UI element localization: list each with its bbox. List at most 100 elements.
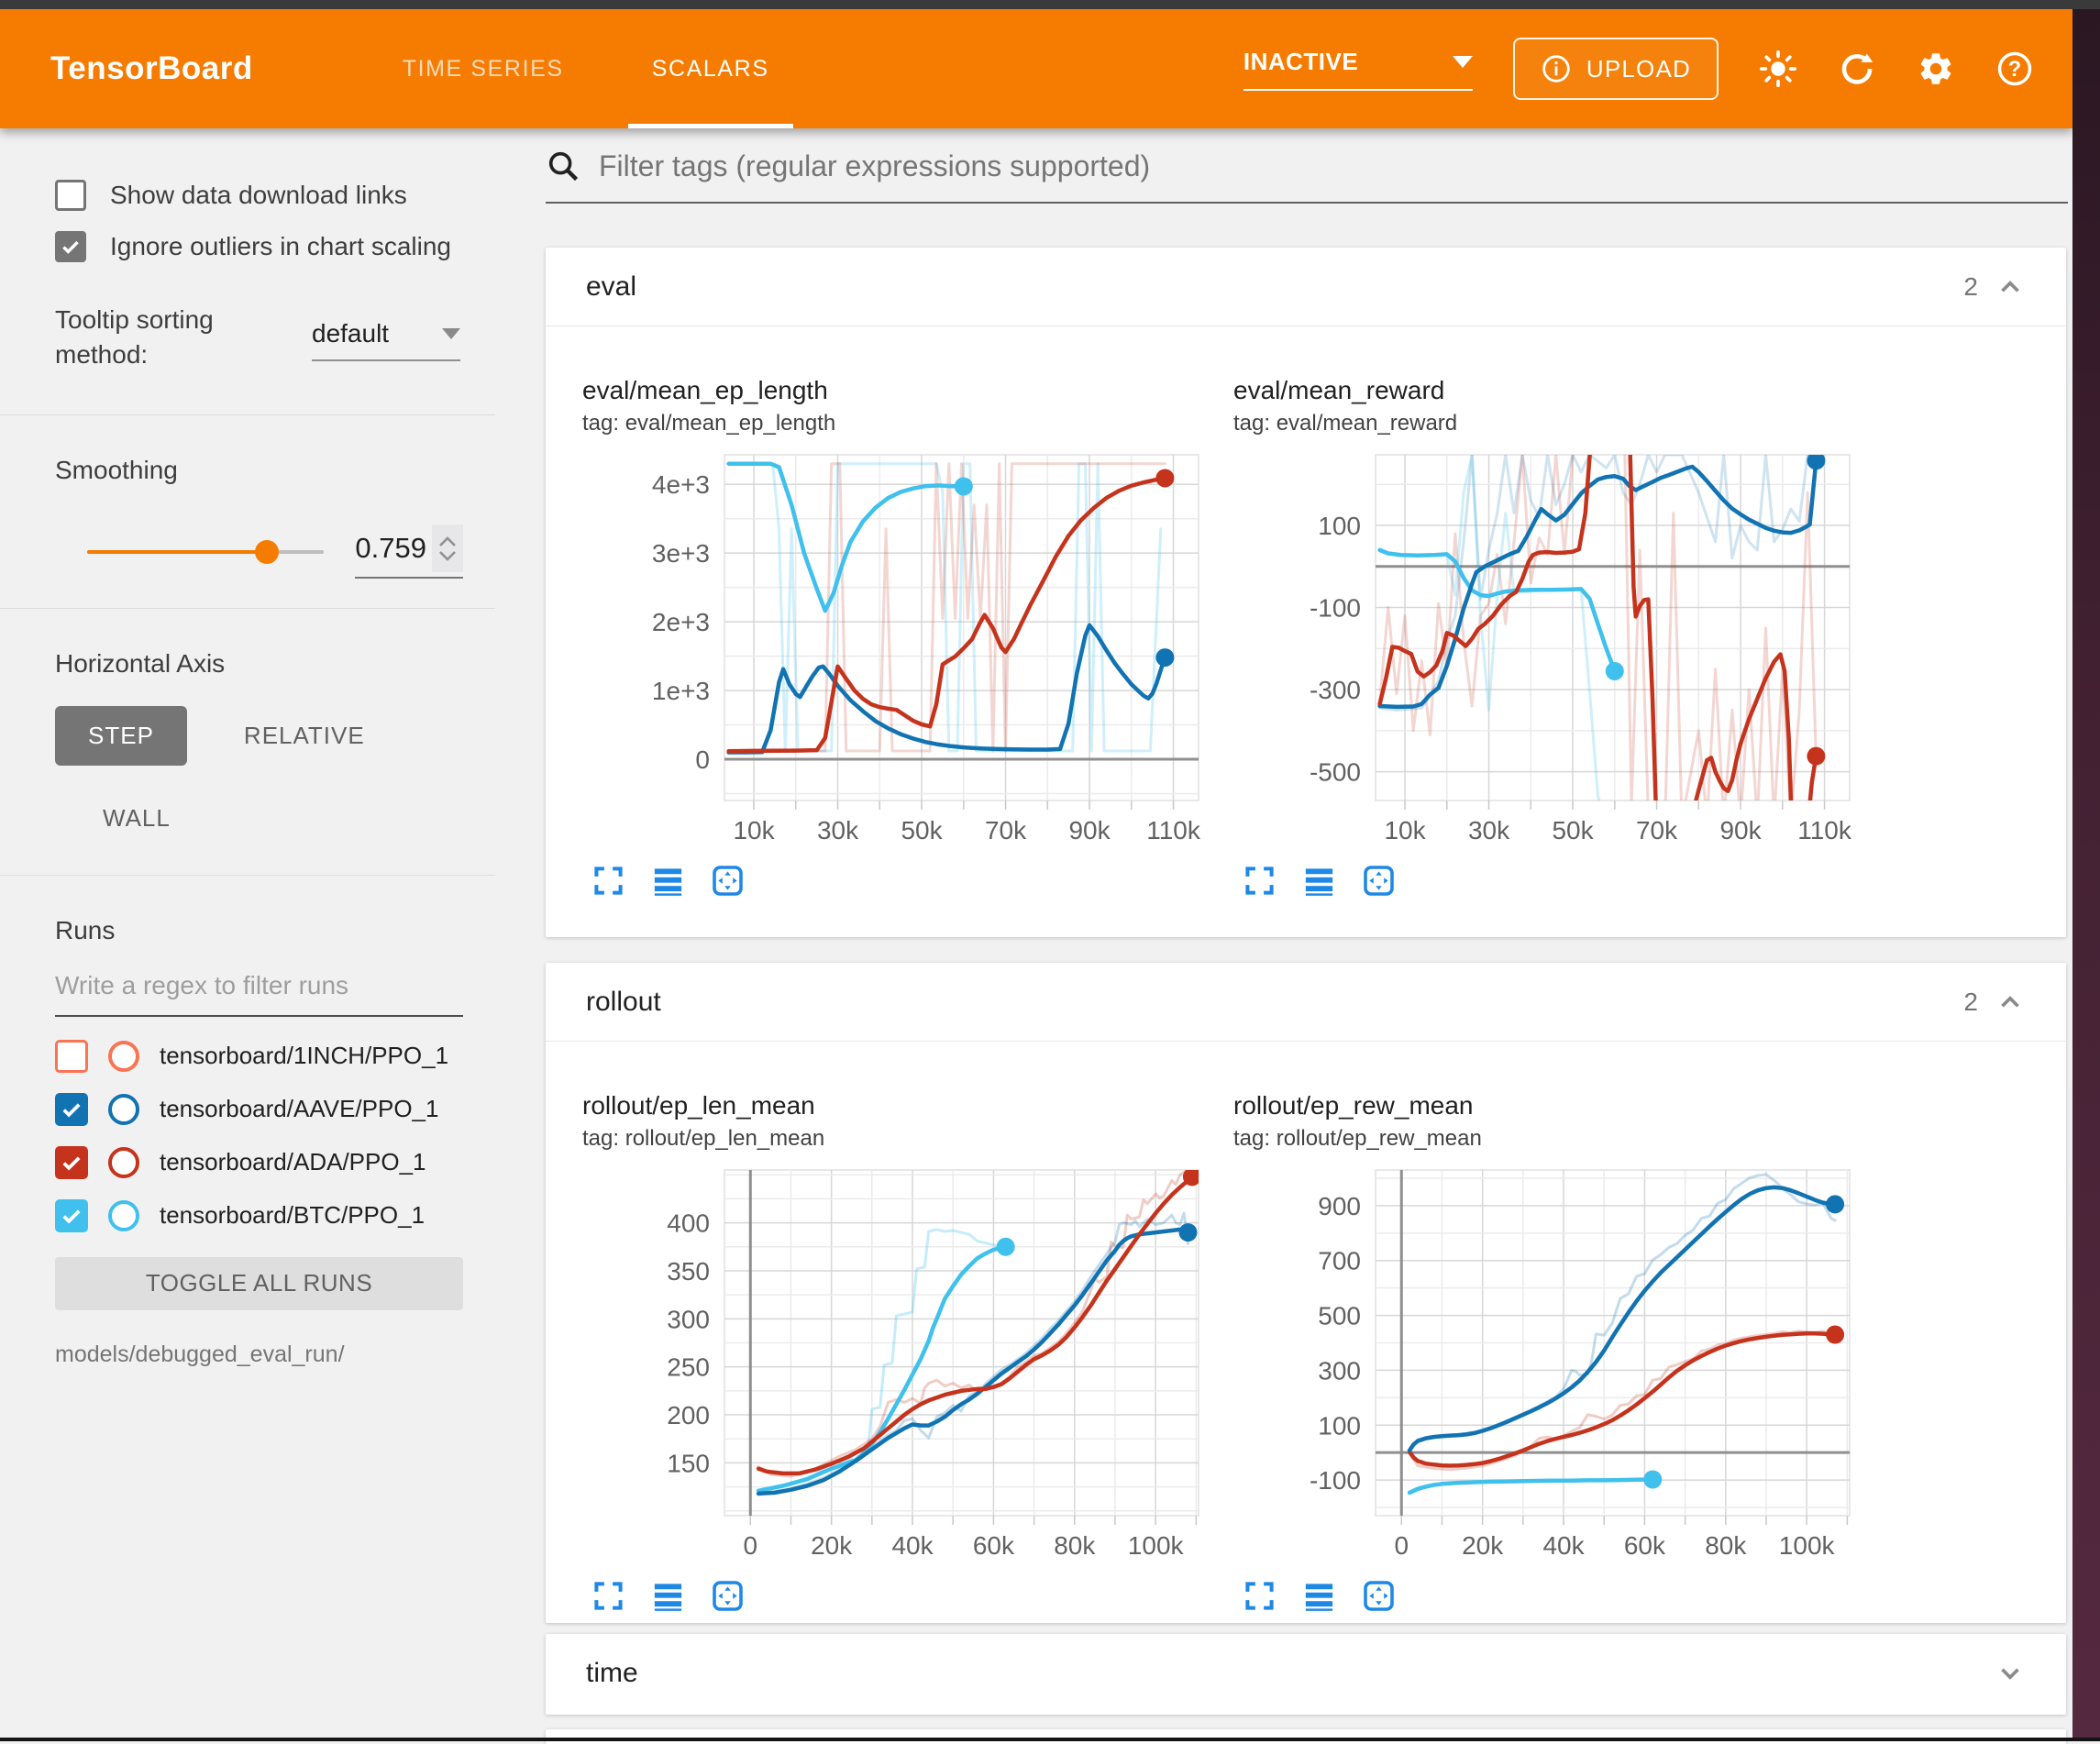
show-download-links-checkbox[interactable] bbox=[55, 180, 86, 211]
svg-text:100: 100 bbox=[1318, 512, 1361, 540]
chart-tag: tag: rollout/ep_len_mean bbox=[582, 1126, 1224, 1152]
svg-text:-100: -100 bbox=[1310, 1466, 1361, 1495]
toggle-all-runs-button[interactable]: TOGGLE ALL RUNS bbox=[55, 1257, 463, 1310]
data-table-icon[interactable] bbox=[1302, 1579, 1336, 1613]
svg-text:?: ? bbox=[2008, 58, 2021, 82]
show-download-links-label: Show data download links bbox=[110, 181, 407, 210]
help-icon[interactable]: ? bbox=[1995, 50, 2034, 88]
svg-text:110k: 110k bbox=[1797, 816, 1852, 844]
axis-option-relative[interactable]: RELATIVE bbox=[244, 722, 365, 750]
line-chart-ep-len-mean[interactable]: 020k40k60k80k100k150200250300350400 bbox=[582, 1163, 1224, 1575]
chevron-down-icon[interactable] bbox=[438, 550, 457, 562]
fullscreen-icon[interactable] bbox=[1243, 864, 1277, 898]
svg-text:400: 400 bbox=[667, 1209, 710, 1238]
run-color-ring[interactable] bbox=[108, 1094, 139, 1125]
divider bbox=[0, 608, 495, 609]
chart-tag: tag: eval/mean_reward bbox=[1233, 411, 1875, 436]
window-right-edge bbox=[2072, 9, 2100, 1741]
upload-button[interactable]: UPLOAD bbox=[1513, 38, 1719, 100]
line-chart-mean-ep-length[interactable]: 10k30k50k70k90k110k01e+32e+33e+34e+3 bbox=[582, 447, 1224, 860]
svg-text:-500: -500 bbox=[1310, 758, 1361, 787]
svg-text:100: 100 bbox=[1318, 1411, 1361, 1440]
chevron-up-icon[interactable] bbox=[1995, 271, 2026, 303]
tab-time-series[interactable]: TIME SERIES bbox=[359, 9, 608, 128]
axis-option-step[interactable]: STEP bbox=[55, 706, 187, 766]
tooltip-sorting-dropdown[interactable]: default bbox=[312, 319, 460, 361]
svg-text:70k: 70k bbox=[985, 816, 1027, 844]
fullscreen-icon[interactable] bbox=[1243, 1579, 1277, 1613]
fit-to-data-icon[interactable] bbox=[1362, 864, 1396, 898]
section-next-partial bbox=[546, 1729, 2066, 1744]
svg-text:-300: -300 bbox=[1310, 676, 1361, 704]
fullscreen-icon[interactable] bbox=[591, 864, 625, 898]
svg-text:500: 500 bbox=[1318, 1302, 1361, 1330]
chevron-up-icon[interactable] bbox=[438, 535, 457, 547]
svg-text:1e+3: 1e+3 bbox=[652, 677, 710, 705]
runs-label: Runs bbox=[55, 916, 463, 945]
section-title: rollout bbox=[586, 987, 661, 1018]
upload-button-label: UPLOAD bbox=[1586, 55, 1691, 83]
fit-to-data-icon[interactable] bbox=[711, 864, 745, 898]
svg-text:30k: 30k bbox=[1468, 816, 1510, 844]
settings-sidebar: Show data download links Ignore outliers… bbox=[0, 128, 495, 1738]
window-top-edge bbox=[0, 0, 2100, 9]
status-dropdown[interactable]: INACTIVE bbox=[1243, 48, 1473, 91]
search-icon bbox=[546, 149, 580, 183]
runs-filter-input[interactable]: Write a regex to filter runs bbox=[55, 971, 463, 1017]
divider bbox=[0, 414, 495, 415]
svg-text:350: 350 bbox=[667, 1257, 710, 1286]
tab-scalars[interactable]: SCALARS bbox=[608, 9, 813, 128]
svg-text:60k: 60k bbox=[1624, 1531, 1666, 1560]
data-table-icon[interactable] bbox=[1302, 864, 1336, 898]
run-checkbox[interactable] bbox=[55, 1199, 88, 1232]
section-time-header[interactable]: time bbox=[546, 1634, 2066, 1713]
data-table-icon[interactable] bbox=[651, 864, 685, 898]
svg-text:10k: 10k bbox=[1384, 816, 1426, 844]
svg-text:30k: 30k bbox=[817, 816, 859, 844]
run-row-1inch: tensorboard/1INCH/PPO_1 bbox=[55, 1030, 463, 1083]
refresh-icon[interactable] bbox=[1838, 50, 1876, 88]
fit-to-data-icon[interactable] bbox=[711, 1579, 745, 1613]
run-row-aave: tensorboard/AAVE/PPO_1 bbox=[55, 1083, 463, 1136]
svg-text:200: 200 bbox=[667, 1401, 710, 1429]
chevron-down-icon bbox=[1453, 56, 1473, 68]
run-checkbox[interactable] bbox=[55, 1093, 88, 1126]
run-color-ring[interactable] bbox=[108, 1147, 139, 1178]
run-color-ring[interactable] bbox=[108, 1041, 139, 1072]
smoothing-stepper[interactable] bbox=[432, 524, 463, 572]
svg-text:80k: 80k bbox=[1054, 1531, 1096, 1560]
svg-text:150: 150 bbox=[667, 1449, 710, 1477]
app-title: TensorBoard bbox=[50, 50, 253, 87]
settings-icon[interactable] bbox=[1917, 50, 1955, 88]
svg-text:80k: 80k bbox=[1705, 1531, 1747, 1560]
brightness-icon[interactable] bbox=[1759, 50, 1797, 88]
filter-tags-field[interactable]: Filter tags (regular expressions support… bbox=[546, 149, 2068, 204]
app-header: TensorBoard TIME SERIES SCALARS INACTIVE… bbox=[0, 9, 2072, 128]
line-chart-mean-reward[interactable]: 10k30k50k70k90k110k100-100-300-500 bbox=[1233, 447, 1875, 860]
axis-option-wall[interactable]: WALL bbox=[103, 804, 463, 833]
svg-text:900: 900 bbox=[1318, 1192, 1361, 1220]
svg-text:300: 300 bbox=[1318, 1356, 1361, 1385]
smoothing-slider-thumb[interactable] bbox=[255, 540, 279, 564]
line-chart-ep-rew-mean[interactable]: 020k40k60k80k100k-100100300500700900 bbox=[1233, 1163, 1875, 1575]
run-checkbox[interactable] bbox=[55, 1146, 88, 1179]
chevron-down-icon[interactable] bbox=[1995, 1658, 2026, 1689]
run-color-ring[interactable] bbox=[108, 1200, 139, 1231]
smoothing-slider[interactable] bbox=[87, 550, 324, 554]
svg-text:40k: 40k bbox=[891, 1531, 934, 1560]
chevron-up-icon[interactable] bbox=[1995, 987, 2026, 1018]
fullscreen-icon[interactable] bbox=[591, 1579, 625, 1613]
chart-tag: tag: rollout/ep_rew_mean bbox=[1233, 1126, 1875, 1152]
run-name: tensorboard/1INCH/PPO_1 bbox=[160, 1042, 448, 1070]
run-checkbox[interactable] bbox=[55, 1040, 88, 1073]
fit-to-data-icon[interactable] bbox=[1362, 1579, 1396, 1613]
runs-directory-label: models/debugged_eval_run/ bbox=[55, 1341, 463, 1368]
data-table-icon[interactable] bbox=[651, 1579, 685, 1613]
svg-text:300: 300 bbox=[667, 1305, 710, 1333]
svg-text:3e+3: 3e+3 bbox=[652, 539, 710, 568]
svg-text:90k: 90k bbox=[1068, 816, 1111, 844]
section-eval-header[interactable]: eval 2 bbox=[546, 248, 2066, 326]
section-rollout-header[interactable]: rollout 2 bbox=[546, 963, 2066, 1042]
smoothing-value[interactable]: 0.759 bbox=[355, 532, 432, 565]
ignore-outliers-checkbox[interactable] bbox=[55, 231, 86, 262]
